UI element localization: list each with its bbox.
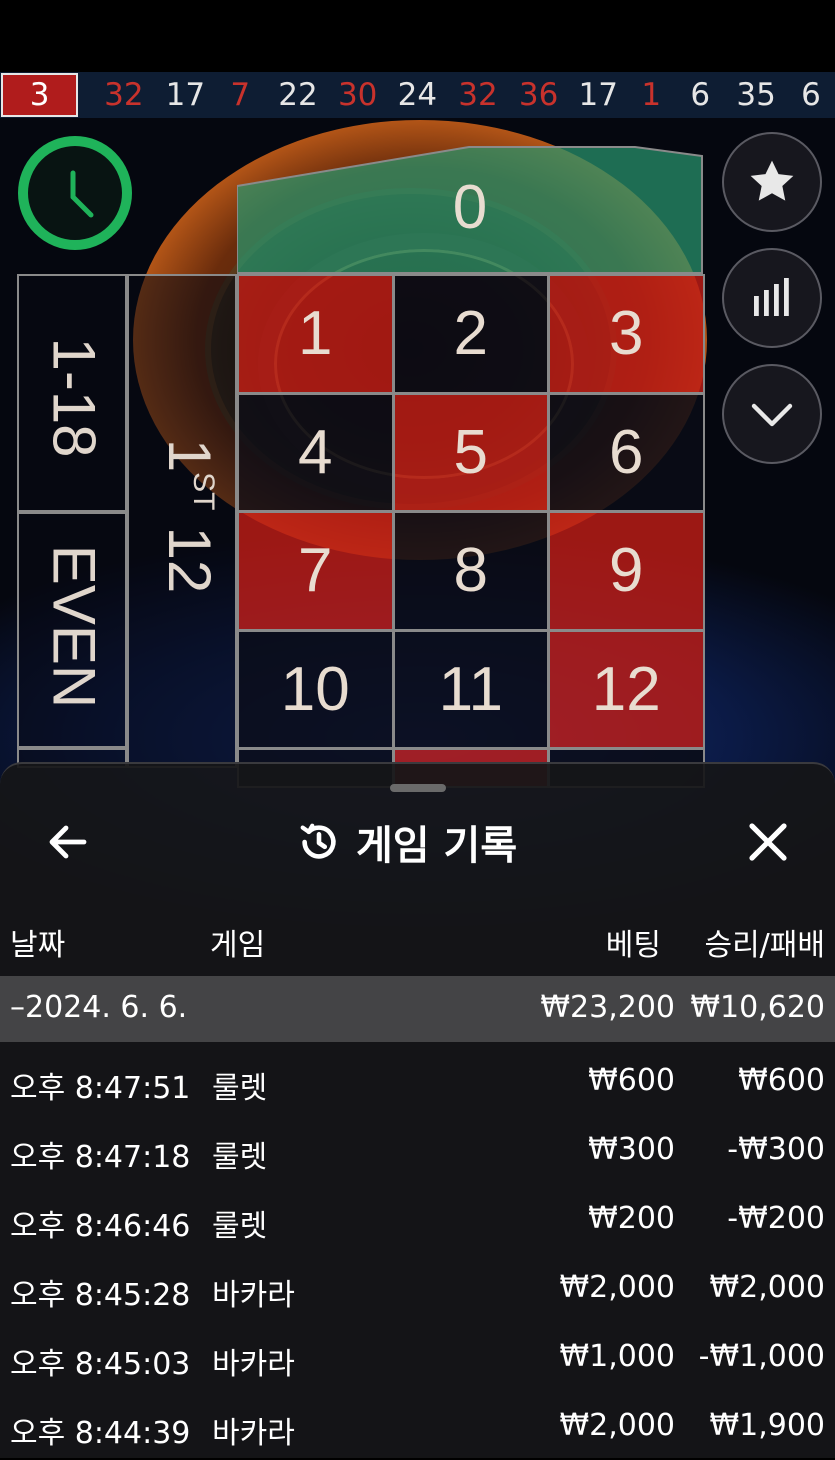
date-group-date: –2024. 6. 6.	[10, 990, 188, 1025]
row-bet: ₩1,000	[559, 1339, 675, 1374]
status-bar	[0, 0, 835, 72]
date-group-bet: ₩23,200	[540, 990, 675, 1025]
row-time: 오후 8:47:51	[10, 1071, 191, 1106]
result-item: 1	[641, 77, 662, 113]
bet-even[interactable]: EVEN	[17, 512, 127, 748]
row-bet: ₩2,000	[559, 1408, 675, 1443]
number-cell[interactable]: 12	[548, 629, 705, 749]
bar-chart-icon	[754, 278, 789, 316]
number-cell[interactable]: 11	[392, 629, 549, 749]
result-item: 6	[801, 77, 821, 113]
column-bet: 베팅	[605, 928, 661, 963]
row-game: 바카라	[212, 1416, 295, 1451]
low-label: 1-18	[40, 337, 108, 458]
collapse-button[interactable]	[722, 364, 822, 464]
result-item: 30	[337, 77, 378, 113]
result-item: 7	[230, 77, 251, 113]
date-group-row[interactable]: –2024. 6. 6. ₩23,200 ₩10,620	[0, 976, 835, 1042]
row-game: 룰렛	[212, 1071, 268, 1106]
row-winloss: ₩2,000	[709, 1270, 825, 1305]
result-item: 17	[578, 77, 618, 113]
result-current: 3	[1, 73, 79, 117]
chevron-down-icon	[751, 403, 793, 427]
result-item: 24	[397, 77, 438, 113]
row-time: 오후 8:45:28	[10, 1278, 191, 1313]
row-bet: ₩200	[588, 1201, 675, 1236]
history-row[interactable]: 오후 8:45:28 바카라 ₩2,000 ₩2,000	[0, 1256, 835, 1322]
number-cell[interactable]: 7	[237, 511, 394, 631]
row-winloss: ₩1,900	[709, 1408, 825, 1443]
row-time: 오후 8:45:03	[10, 1347, 191, 1382]
result-item: 32	[104, 77, 144, 113]
bet-low-1-18[interactable]: 1-18	[17, 274, 127, 512]
date-group-winloss: ₩10,620	[690, 990, 825, 1025]
panel-title-text: 게임 기록	[356, 823, 518, 869]
row-bet: ₩600	[588, 1063, 675, 1098]
dozen-label-12: 12	[156, 526, 223, 594]
favorite-button[interactable]	[722, 132, 822, 232]
row-time: 오후 8:44:39	[10, 1416, 191, 1451]
history-row[interactable]: 오후 8:44:39 바카라 ₩2,000 ₩1,900	[0, 1394, 835, 1460]
result-item: 17	[165, 77, 206, 113]
row-game: 룰렛	[212, 1140, 268, 1175]
number-cell[interactable]: 2	[392, 274, 549, 394]
zero-cell[interactable]: 0	[237, 146, 703, 274]
row-bet: ₩300	[588, 1132, 675, 1167]
number-cell[interactable]: 1	[237, 274, 394, 394]
result-item: 22	[278, 77, 318, 113]
row-time: 오후 8:46:46	[10, 1209, 191, 1244]
column-winloss: 승리/패배	[704, 928, 825, 963]
row-winloss: ₩600	[738, 1063, 825, 1098]
history-row[interactable]: 오후 8:47:51 룰렛 ₩600 ₩600	[0, 1049, 835, 1115]
row-time: 오후 8:47:18	[10, 1140, 191, 1175]
column-headers: 날짜 게임 베팅 승리/패배	[0, 914, 835, 963]
even-label: EVEN	[40, 544, 108, 709]
number-cell[interactable]: 5	[392, 392, 549, 512]
star-icon	[750, 160, 794, 201]
number-cell[interactable]: 4	[237, 392, 394, 512]
result-item: 35	[736, 77, 776, 113]
number-cell[interactable]: 3	[548, 274, 705, 394]
arrow-left-icon[interactable]	[44, 818, 92, 866]
game-history-panel: 게임 기록 날짜 게임 베팅 승리/패배 –2024. 6. 6. ₩23,20…	[0, 762, 835, 1458]
zero-label: 0	[453, 173, 487, 242]
number-cell[interactable]: 8	[392, 511, 549, 631]
close-icon[interactable]	[744, 818, 792, 866]
history-icon	[300, 823, 336, 859]
result-item: 32	[458, 77, 498, 113]
row-winloss: -₩300	[727, 1132, 825, 1167]
row-bet: ₩2,000	[559, 1270, 675, 1305]
clock-icon	[18, 136, 132, 250]
history-row[interactable]: 오후 8:46:46 룰렛 ₩200 -₩200	[0, 1187, 835, 1253]
bet-first-dozen[interactable]: 1 ST 12	[127, 274, 237, 768]
panel-title: 게임 기록	[296, 814, 517, 870]
row-game: 바카라	[212, 1278, 295, 1313]
recent-results-strip: 3 32 17 7 22 30 24 32 36 17 1 6 35 6	[0, 72, 835, 118]
column-date: 날짜	[10, 928, 66, 963]
dozen-label: 1 ST 12	[144, 401, 224, 631]
row-game: 룰렛	[212, 1209, 268, 1244]
number-cell[interactable]: 10	[237, 629, 394, 749]
history-row[interactable]: 오후 8:47:18 룰렛 ₩300 -₩300	[0, 1118, 835, 1184]
number-cell[interactable]: 6	[548, 392, 705, 512]
number-cell[interactable]: 9	[548, 511, 705, 631]
row-winloss: -₩1,000	[698, 1339, 825, 1374]
statistics-button[interactable]	[722, 248, 822, 348]
row-winloss: -₩200	[727, 1201, 825, 1236]
result-item: 6	[690, 77, 711, 113]
column-game: 게임	[210, 928, 266, 963]
result-item: 36	[518, 77, 559, 113]
row-game: 바카라	[212, 1347, 295, 1382]
history-row[interactable]: 오후 8:45:03 바카라 ₩1,000 -₩1,000	[0, 1325, 835, 1391]
sheet-drag-handle[interactable]	[390, 784, 446, 792]
dozen-label-suffix: ST	[187, 472, 220, 511]
dozen-label-number: 1	[156, 438, 223, 473]
